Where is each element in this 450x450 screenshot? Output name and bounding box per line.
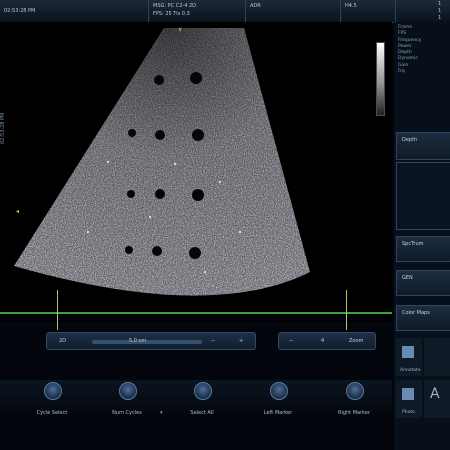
orientation-marker-icon: ∨ (178, 26, 183, 33)
parameter-list: Frame FPS Frequency Power Depth Dynamic … (398, 25, 421, 75)
clock: 02:53:28 PM (4, 8, 36, 14)
cyst-target (189, 247, 201, 259)
cine-timeline[interactable] (0, 312, 392, 314)
zoom-minus-button[interactable]: − (289, 338, 293, 344)
annotate-label: Annotate (400, 368, 421, 373)
cyst-target (155, 189, 165, 199)
annotate-icon (402, 346, 414, 358)
right-marker-label: Right Marker (337, 410, 371, 416)
right-marker-line[interactable] (346, 290, 347, 330)
depth-button-label: Depth (402, 137, 418, 143)
right-status: 1 1 1 (395, 0, 450, 22)
photo-tile[interactable]: Photo (396, 380, 422, 418)
param-frequency: Frequency (398, 37, 422, 43)
app-label: ADR (250, 3, 261, 9)
num-cycles-knob-icon[interactable] (119, 382, 137, 400)
freq-label: H4.5 (345, 3, 357, 9)
gen-button[interactable]: GEN (396, 270, 450, 296)
right-marker-softkey[interactable]: Right Marker (324, 380, 384, 420)
left-marker-knob-icon[interactable] (270, 382, 288, 400)
cycle-select-label: Cycle Select (36, 410, 68, 416)
depth-minus-button[interactable]: − (211, 338, 215, 344)
ultrasound-sector (14, 28, 310, 296)
freq-cell: H4.5 (340, 0, 396, 22)
zoom-control[interactable]: − 4 Zoom (278, 332, 376, 350)
gen-label: GEN (402, 275, 413, 281)
num-cycles-label: Num Cycles (112, 410, 142, 416)
ultrasound-image-area: 02:53:28 PM ∨ ◂ (0, 22, 392, 322)
zoom-value: 4 (321, 338, 325, 344)
measure-tile[interactable] (424, 338, 450, 376)
left-marker-line[interactable] (57, 290, 58, 330)
left-depth-marker-icon: ◂ (16, 208, 20, 215)
spctrum-label: SpcTrum (402, 241, 424, 247)
left-marker-softkey[interactable]: Left Marker (248, 380, 308, 420)
spctrum-button[interactable]: SpcTrum (396, 236, 450, 262)
probe-line-1: MSG: PC C2-4 2D (153, 3, 197, 9)
color-maps-label: Color Maps (402, 310, 430, 316)
cyst-target (125, 246, 133, 254)
param-frq: Frq (398, 69, 405, 75)
text-glyph: A (430, 386, 440, 402)
depth-shading (14, 28, 310, 296)
cyst-target (127, 190, 135, 198)
caret-down-icon: ▾ (160, 410, 163, 416)
color-maps-button[interactable]: Color Maps (396, 305, 450, 331)
select-all-label: Select All (190, 410, 214, 416)
probe-info: MSG: PC C2-4 2D FPS: 25 Tis 0.3 (148, 0, 219, 22)
depth-plus-button[interactable]: + (239, 338, 243, 344)
annotate-tile[interactable]: Annotate (396, 338, 422, 376)
app-cell: ADR (245, 0, 336, 22)
right-status-line-3: 1 (438, 15, 442, 21)
cycle-select-knob-icon[interactable] (44, 382, 62, 400)
top-status-bar: 02:53:28 PM MSG: PC C2-4 2D FPS: 25 Tis … (0, 0, 450, 23)
cyst-target (152, 246, 162, 256)
right-marker-knob-icon[interactable] (346, 382, 364, 400)
cyst-target (192, 189, 204, 201)
depth-value: 5.0 cm (129, 338, 147, 344)
zoom-label: Zoom (349, 338, 364, 344)
right-status-line-1: 1 (438, 1, 442, 7)
grayscale-bar (376, 42, 385, 116)
depth-slider[interactable] (92, 340, 202, 344)
text-tile[interactable]: A (424, 380, 450, 418)
param-dynamic: Dynamic (398, 56, 418, 62)
photo-label: Photo (402, 410, 415, 415)
cyst-target (155, 130, 165, 140)
depth-control[interactable]: 2D 5.0 cm − + (46, 332, 256, 350)
left-marker-label: Left Marker (263, 410, 293, 416)
probe-line-2: FPS: 25 Tis 0.3 (153, 11, 190, 17)
cyst-target (154, 75, 164, 85)
cyst-target (190, 72, 202, 84)
num-cycles-softkey[interactable]: Num Cycles (97, 380, 157, 420)
right-status-line-2: 1 (438, 8, 442, 14)
cyst-target (128, 129, 136, 137)
depth-panel-body (396, 162, 450, 230)
depth-button[interactable]: Depth (396, 132, 450, 160)
select-all-knob-icon[interactable] (194, 382, 212, 400)
photo-icon (402, 388, 414, 400)
cycle-select-softkey[interactable]: Cycle Select (22, 380, 82, 420)
mode-label: 2D (59, 338, 67, 344)
select-all-softkey[interactable]: Select All (172, 380, 232, 420)
cyst-target (192, 129, 204, 141)
